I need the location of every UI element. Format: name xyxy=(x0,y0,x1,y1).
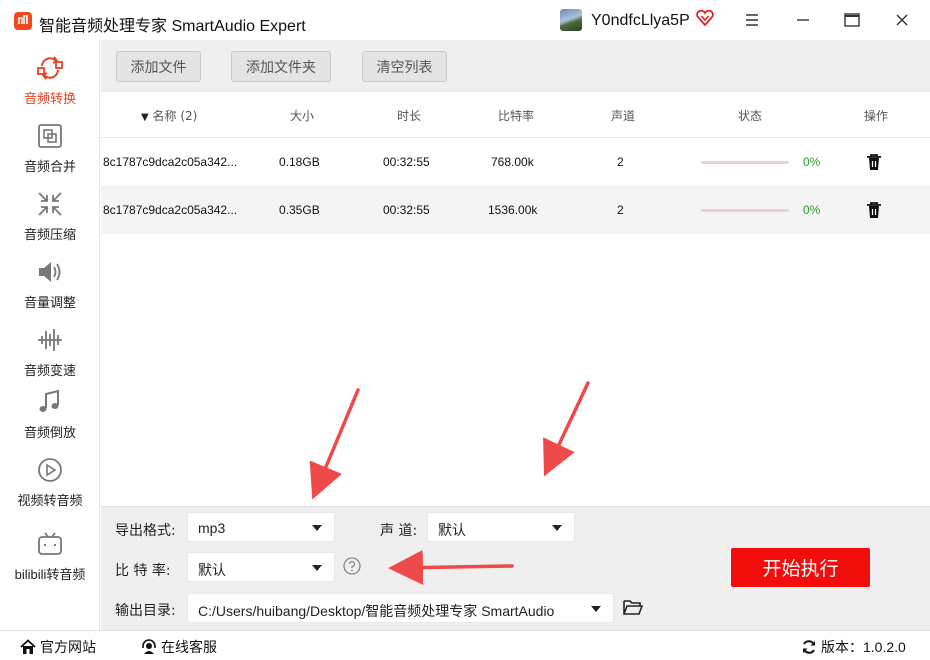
add-folder-button[interactable]: 添加文件夹 xyxy=(231,51,331,82)
file-bitrate: 1536.00k xyxy=(488,203,538,217)
bilibili-icon xyxy=(38,532,62,555)
file-channels: 2 xyxy=(617,203,624,217)
convert-icon xyxy=(37,56,63,80)
sidebar-item-convert[interactable]: 音频转换 xyxy=(0,46,100,112)
file-channels: 2 xyxy=(617,155,624,169)
version-label: 版本：1.0.2.0 xyxy=(821,639,906,655)
official-website-label: 官方网站 xyxy=(40,639,96,655)
chevron-down-icon xyxy=(591,606,601,612)
sidebar-item-video-to-audio[interactable]: 视频转音频 xyxy=(0,448,100,514)
bitrate-select[interactable]: 默认 xyxy=(187,552,335,582)
format-label: 导出格式: xyxy=(115,523,176,539)
sidebar-item-merge[interactable]: 音频合并 xyxy=(0,114,100,180)
chevron-down-icon xyxy=(552,525,562,531)
sidebar-item-label: 音频转换 xyxy=(23,91,76,106)
close-icon[interactable] xyxy=(892,10,912,30)
chevron-down-icon xyxy=(312,525,322,531)
maximize-icon[interactable] xyxy=(842,10,862,30)
progress-bar xyxy=(701,209,789,212)
volume-icon xyxy=(39,262,61,282)
column-duration: 时长 xyxy=(397,109,422,123)
menu-icon[interactable] xyxy=(742,10,762,30)
headset-icon xyxy=(142,639,156,654)
column-action: 操作 xyxy=(864,109,889,123)
speed-icon xyxy=(38,329,62,351)
sidebar-item-label: 音频倒放 xyxy=(23,425,76,440)
trash-icon[interactable] xyxy=(866,201,882,219)
output-dir-select[interactable]: C:/Users/huibang/Desktop/智能音频处理专家 SmartA… xyxy=(187,593,614,623)
help-icon[interactable] xyxy=(343,557,361,575)
sidebar-item-label: 视频转音频 xyxy=(17,493,83,508)
toolbar: 添加文件 添加文件夹 清空列表 xyxy=(101,40,930,92)
sort-down-icon: ▼ xyxy=(141,112,149,123)
format-select[interactable]: mp3 xyxy=(187,512,335,542)
sidebar-item-reverse[interactable]: 音频倒放 xyxy=(0,380,100,446)
title-bar: 智能音频处理专家 SmartAudio Expert Y0ndfcLlya5P xyxy=(0,0,930,40)
output-settings-panel: 导出格式: mp3 声 道: 默认 比 特 率: 默认 开始执行 输出目录: C… xyxy=(101,506,930,630)
channel-select[interactable]: 默认 xyxy=(427,512,575,542)
sidebar-item-label: bilibili转音频 xyxy=(14,567,86,582)
table-row[interactable]: 8c1787c9dca2c05a342... 0.18GB 00:32:55 7… xyxy=(101,138,930,186)
merge-icon xyxy=(38,124,62,148)
app-title: 智能音频处理专家 SmartAudio Expert xyxy=(39,18,306,35)
channel-value: 默认 xyxy=(438,522,466,538)
column-status: 状态 xyxy=(738,109,763,123)
clear-list-button[interactable]: 清空列表 xyxy=(362,51,447,82)
sidebar-item-label: 音频压缩 xyxy=(23,227,76,242)
folder-open-icon[interactable] xyxy=(623,598,643,616)
version-info[interactable]: 版本：1.0.2.0 xyxy=(801,637,906,657)
file-name: 8c1787c9dca2c05a342... xyxy=(103,155,238,169)
column-size: 大小 xyxy=(290,109,315,123)
file-size: 0.18GB xyxy=(279,155,320,169)
trash-icon[interactable] xyxy=(866,153,882,171)
vip-heart-icon[interactable] xyxy=(696,10,714,26)
status-bar: 官方网站 在线客服 版本：1.0.2.0 xyxy=(0,630,930,660)
channel-label: 声 道: xyxy=(380,523,418,539)
progress-percent: 0% xyxy=(803,203,821,217)
file-duration: 00:32:55 xyxy=(383,155,430,169)
start-button[interactable]: 开始执行 xyxy=(731,548,870,587)
progress-bar xyxy=(701,161,789,164)
sidebar: 音频转换 音频合并 音频压缩 音量调整 音频变速 音频倒放 视频转音频 bili… xyxy=(0,40,100,630)
table-row[interactable]: 8c1787c9dca2c05a342... 0.35GB 00:32:55 1… xyxy=(101,186,930,234)
video-play-icon xyxy=(38,458,62,482)
sidebar-item-speed[interactable]: 音频变速 xyxy=(0,318,100,384)
avatar[interactable] xyxy=(560,9,582,31)
sidebar-item-volume[interactable]: 音量调整 xyxy=(0,250,100,316)
column-bitrate: 比特率 xyxy=(498,109,535,123)
compress-icon xyxy=(38,192,62,216)
bitrate-label: 比 特 率: xyxy=(115,563,171,579)
username[interactable]: Y0ndfcLlya5P xyxy=(591,12,690,30)
output-dir-label: 输出目录: xyxy=(115,603,176,619)
sort-name-header[interactable]: ▼ 名称 (2) xyxy=(141,107,197,124)
app-logo-icon xyxy=(14,12,32,30)
add-file-button[interactable]: 添加文件 xyxy=(116,51,201,82)
file-duration: 00:32:55 xyxy=(383,203,430,217)
bitrate-value: 默认 xyxy=(198,562,226,578)
minimize-icon[interactable] xyxy=(793,10,813,30)
home-icon xyxy=(20,639,36,654)
online-support-link[interactable]: 在线客服 xyxy=(141,637,217,657)
table-header: ▼ 名称 (2) 大小 时长 比特率 声道 状态 操作 xyxy=(101,92,930,138)
file-name: 8c1787c9dca2c05a342... xyxy=(103,203,238,217)
column-name: 名称 (2) xyxy=(152,109,198,123)
sidebar-item-label: 音量调整 xyxy=(23,295,76,310)
official-website-link[interactable]: 官方网站 xyxy=(20,637,96,657)
sidebar-item-compress[interactable]: 音频压缩 xyxy=(0,182,100,248)
online-support-label: 在线客服 xyxy=(161,639,217,655)
chevron-down-icon xyxy=(312,565,322,571)
file-table: ▼ 名称 (2) 大小 时长 比特率 声道 状态 操作 8c1787c9dca2… xyxy=(101,92,930,506)
refresh-icon xyxy=(803,640,815,654)
column-channels: 声道 xyxy=(611,109,636,123)
format-value: mp3 xyxy=(198,520,226,536)
file-size: 0.35GB xyxy=(279,203,320,217)
output-dir-value: C:/Users/huibang/Desktop/智能音频处理专家 SmartA… xyxy=(198,603,555,619)
sidebar-item-label: 音频变速 xyxy=(23,363,76,378)
progress-percent: 0% xyxy=(803,155,821,169)
music-note-icon xyxy=(39,389,59,412)
file-bitrate: 768.00k xyxy=(491,155,534,169)
sidebar-item-label: 音频合并 xyxy=(23,159,76,174)
sidebar-item-bilibili[interactable]: bilibili转音频 xyxy=(0,522,100,588)
